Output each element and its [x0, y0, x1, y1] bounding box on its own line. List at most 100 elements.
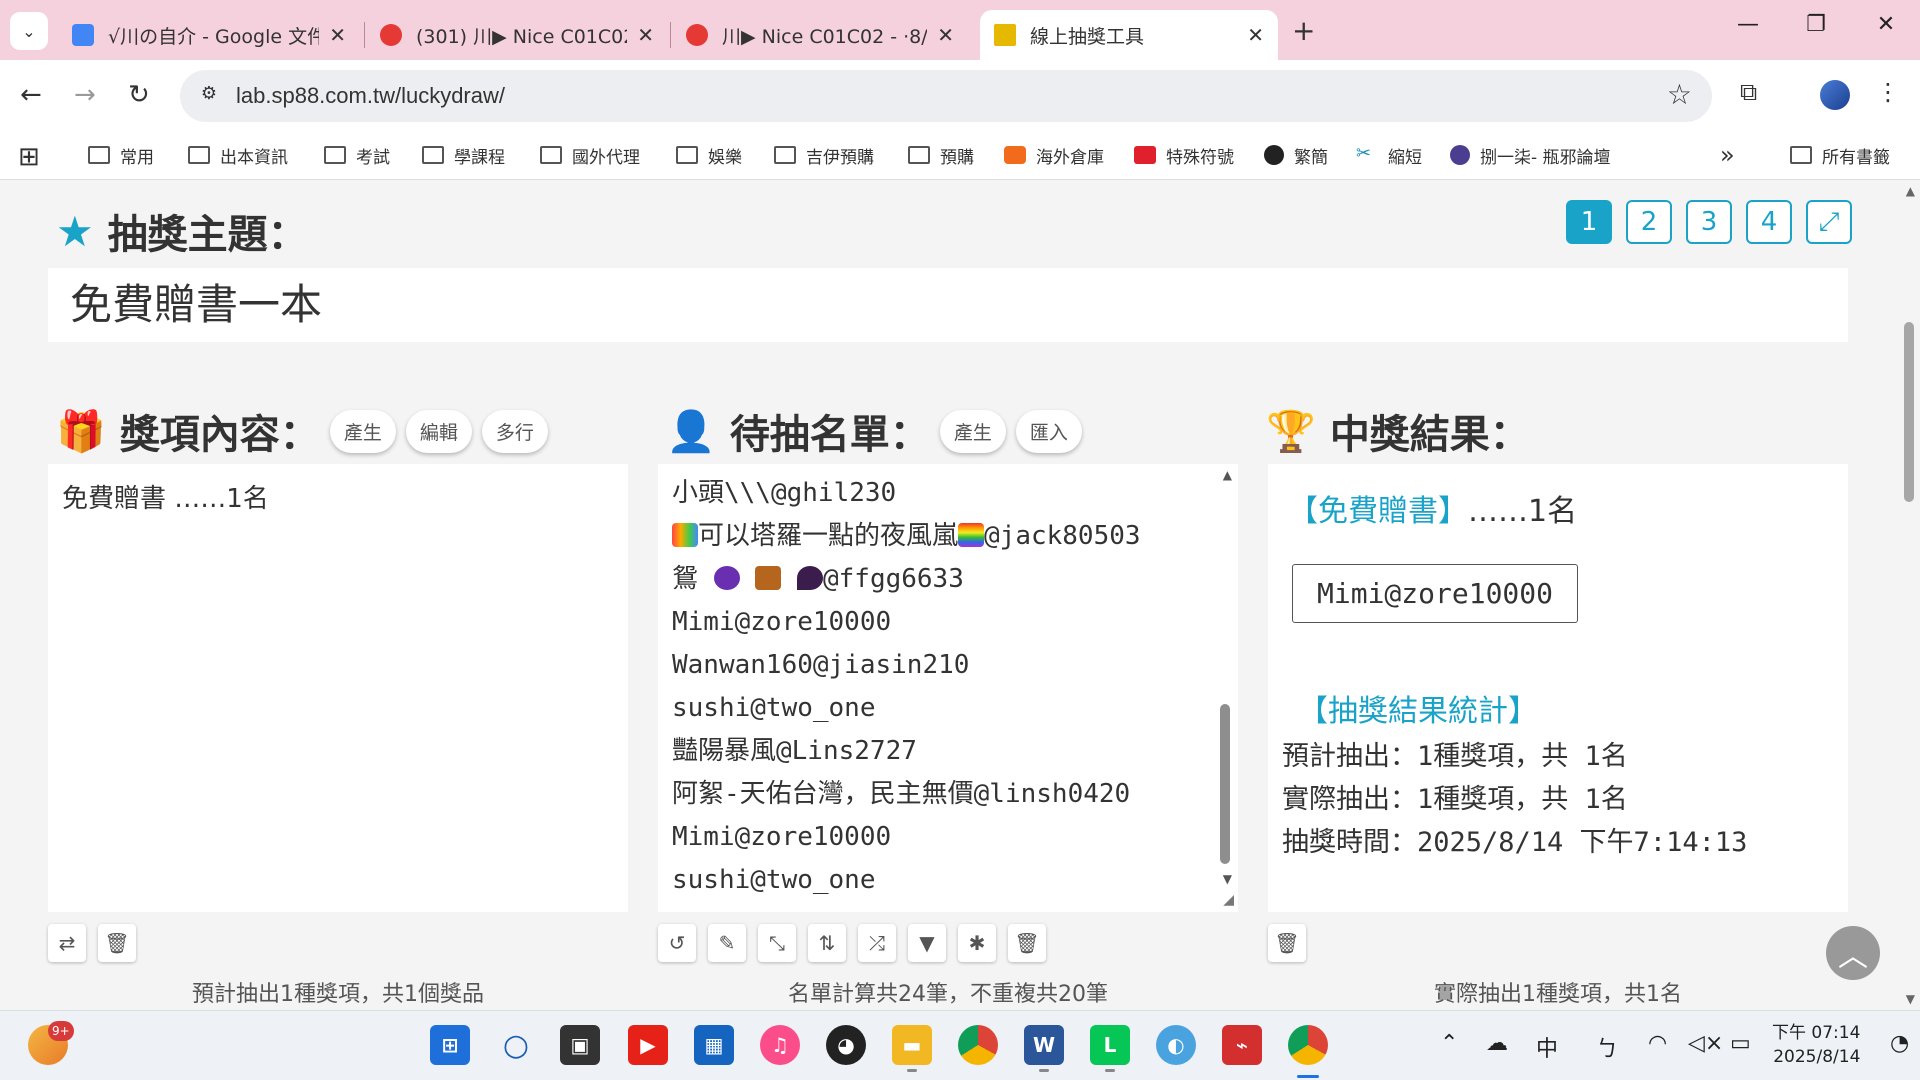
bookmark-star-icon[interactable]: ☆: [1667, 78, 1692, 111]
address-bar[interactable]: ⚙ lab.sp88.com.tw/luckydraw/ ☆: [180, 70, 1712, 122]
names-import-button[interactable]: 匯入: [1015, 409, 1082, 453]
store-icon[interactable]: ▦: [694, 1025, 734, 1065]
page-button-3[interactable]: 3: [1686, 200, 1732, 244]
bookmark-folder[interactable]: 預購: [908, 140, 974, 170]
close-icon[interactable]: ✕: [937, 23, 954, 47]
apps-grid-icon[interactable]: ⊞: [18, 142, 40, 172]
bookmark-link[interactable]: 繁簡: [1264, 140, 1328, 170]
input-method-indicator[interactable]: 中: [1536, 1031, 1558, 1063]
back-to-top-button[interactable]: ︿: [1826, 926, 1880, 980]
more-bookmarks-button[interactable]: »: [1720, 140, 1735, 170]
prize-textarea[interactable]: 免費贈書 ……1名: [48, 464, 628, 912]
page-button-2[interactable]: 2: [1626, 200, 1672, 244]
scroll-down-icon[interactable]: ▼: [1223, 872, 1232, 886]
menu-dots-icon[interactable]: ⋮: [1876, 78, 1900, 106]
bookmark-folder[interactable]: 出本資訊: [188, 140, 288, 170]
pdf-reader-icon[interactable]: ⌁: [1222, 1025, 1262, 1065]
bookmark-folder[interactable]: 娛樂: [676, 140, 742, 170]
back-button[interactable]: ←: [20, 80, 42, 110]
fullscreen-button[interactable]: ⤢: [1806, 200, 1852, 244]
bookmark-link[interactable]: 特殊符號: [1134, 140, 1234, 170]
scrollbar-thumb[interactable]: [1904, 322, 1914, 502]
bookmark-folder[interactable]: 吉伊預購: [774, 140, 874, 170]
site-info-icon[interactable]: ⚙: [196, 83, 222, 109]
filter-icon[interactable]: ▼: [908, 924, 946, 962]
youtube-icon[interactable]: ▶: [628, 1025, 668, 1065]
profile-avatar[interactable]: [1820, 80, 1850, 110]
asterisk-icon[interactable]: ✱: [958, 924, 996, 962]
close-icon[interactable]: ✕: [1247, 23, 1264, 47]
chrome-active-icon[interactable]: [1288, 1025, 1328, 1065]
folder-icon: [676, 146, 698, 164]
windows-start-icon[interactable]: ⊞: [430, 1025, 470, 1065]
tab-luckydraw[interactable]: 線上抽獎工具 ✕: [980, 10, 1278, 60]
scroll-up-icon[interactable]: ▲: [1906, 184, 1915, 198]
close-icon[interactable]: ✕: [329, 23, 346, 47]
close-window-button[interactable]: ✕: [1866, 12, 1906, 37]
notification-icon[interactable]: ◔: [1890, 1031, 1909, 1056]
tab-video-1[interactable]: (301) 川▶ Nice C01C02 ✕: [366, 10, 668, 60]
undo-icon[interactable]: ↺: [658, 924, 696, 962]
search-icon[interactable]: ○: [496, 1025, 536, 1065]
shuffle-icon[interactable]: ⤮: [858, 924, 896, 962]
new-tab-button[interactable]: +: [1292, 14, 1315, 47]
reload-button[interactable]: ↻: [128, 80, 150, 110]
bookmark-folder[interactable]: 考試: [324, 140, 390, 170]
minimize-button[interactable]: —: [1728, 12, 1768, 37]
system-clock[interactable]: 下午 07:14 2025/8/14: [1772, 1021, 1860, 1069]
zhuyin-indicator[interactable]: ㄅ: [1596, 1031, 1618, 1063]
bookmark-link[interactable]: 海外倉庫: [1004, 140, 1104, 170]
topic-input[interactable]: 免費贈書一本: [48, 268, 1848, 342]
prize-edit-button[interactable]: 編輯: [405, 409, 472, 453]
names-scrollbar[interactable]: ▲ ▼ ◢: [1214, 464, 1236, 912]
grid-icon: [994, 24, 1016, 46]
word-icon[interactable]: W: [1024, 1025, 1064, 1065]
close-icon[interactable]: ✕: [637, 23, 654, 47]
bookmark-link[interactable]: 捌一柒- 瓶邪論壇: [1450, 140, 1611, 170]
page-button-4[interactable]: 4: [1746, 200, 1792, 244]
sort-icon[interactable]: ⇅: [808, 924, 846, 962]
tab-video-2[interactable]: 川▶ Nice C01C02 - ·8/1 ✕: [672, 10, 968, 60]
chrome-icon[interactable]: [958, 1025, 998, 1065]
tab-google-doc[interactable]: √川の自介 - Google 文件 ✕: [58, 10, 360, 60]
battery-icon[interactable]: ▭: [1730, 1031, 1751, 1056]
volume-muted-icon[interactable]: ◁×: [1688, 1031, 1723, 1056]
trash-icon[interactable]: 🗑: [98, 924, 136, 962]
page-scrollbar[interactable]: ▲ ▼: [1898, 180, 1920, 1010]
forward-button[interactable]: →: [74, 80, 96, 110]
scroll-down-icon[interactable]: ▼: [1906, 992, 1915, 1006]
tab-search-button[interactable]: ⌄: [10, 12, 48, 50]
trash-icon[interactable]: 🗑: [1268, 924, 1306, 962]
page-switcher: 1 2 3 4 ⤢: [1566, 200, 1852, 244]
page-button-1[interactable]: 1: [1566, 200, 1612, 244]
file-explorer-icon[interactable]: ▬: [892, 1025, 932, 1065]
chevron-up-icon[interactable]: ⌃: [1440, 1031, 1458, 1056]
names-generate-button[interactable]: 產生: [939, 409, 1006, 453]
task-view-icon[interactable]: ▣: [560, 1025, 600, 1065]
bookmark-link[interactable]: ✂ 縮短: [1356, 140, 1422, 170]
prize-multiline-button[interactable]: 多行: [481, 409, 548, 453]
resize-handle-icon[interactable]: ◢: [1223, 892, 1234, 908]
names-textarea[interactable]: 小頭\\\@ghil230 可以塔羅一點的夜風嵐 @jack80503 鴛 @ff…: [658, 464, 1238, 912]
cloud-icon[interactable]: ☁: [1486, 1031, 1508, 1056]
bookmark-folder[interactable]: 學課程: [422, 140, 505, 170]
bookmark-folder[interactable]: 國外代理: [540, 140, 640, 170]
music-icon[interactable]: ♫: [760, 1025, 800, 1065]
scrollbar-thumb[interactable]: [1220, 704, 1230, 864]
prize-generate-button[interactable]: 產生: [329, 409, 396, 453]
retweet-icon[interactable]: ⇄: [48, 924, 86, 962]
trash-icon[interactable]: 🗑: [1008, 924, 1046, 962]
line-icon[interactable]: L: [1090, 1025, 1130, 1065]
restore-button[interactable]: ❐: [1796, 12, 1836, 37]
wifi-icon[interactable]: ◠: [1648, 1031, 1667, 1056]
paint-icon[interactable]: ◐: [1156, 1025, 1196, 1065]
scroll-up-icon[interactable]: ▲: [1223, 468, 1232, 482]
extensions-icon[interactable]: ⧉: [1740, 78, 1757, 106]
stat-planned: 預計抽出：1種獎項，共 1名: [1282, 741, 1628, 772]
all-bookmarks-folder[interactable]: 所有書籤: [1790, 140, 1890, 170]
bookmark-folder[interactable]: 常用: [88, 140, 154, 170]
compress-icon[interactable]: ⤡: [758, 924, 796, 962]
magic-wand-icon[interactable]: ✎: [708, 924, 746, 962]
qq-icon[interactable]: ◕: [826, 1025, 866, 1065]
url-text[interactable]: lab.sp88.com.tw/luckydraw/: [236, 83, 505, 109]
